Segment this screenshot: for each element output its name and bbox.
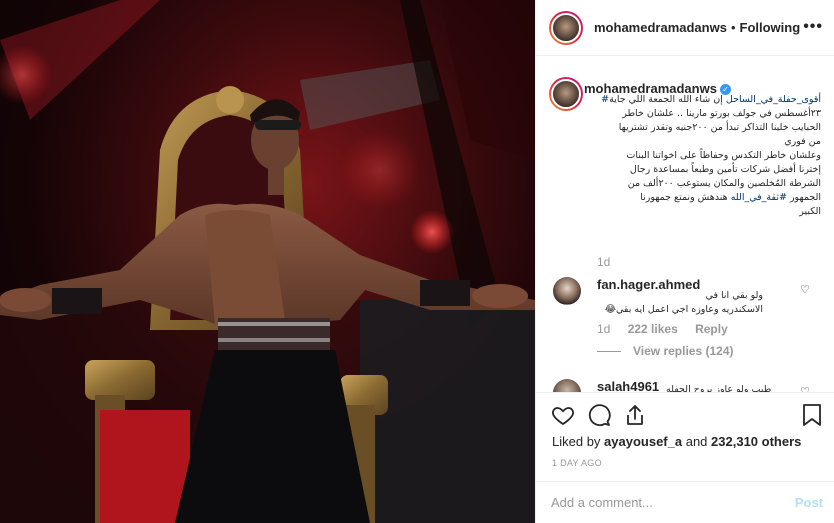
- liked-by-prefix: Liked by: [552, 434, 605, 449]
- performer-on-throne-image: [0, 0, 535, 523]
- caption-line: الجمهور #ثقة_في_الله هندهش ونمتع جمهورنا: [595, 191, 821, 205]
- liked-by-user-link[interactable]: ayayousef_a: [604, 434, 682, 449]
- caption-line: أقوى_حفلة_في_الساحل إن شاء الله الجمعة ا…: [595, 93, 821, 107]
- comment-text: ولو بقي انا في الاسكندريه وعاوزه اجي اعم…: [595, 289, 763, 317]
- more-options-icon[interactable]: •••: [803, 18, 823, 36]
- view-replies-label[interactable]: View replies (124): [633, 344, 734, 358]
- comment-timestamp[interactable]: 1d: [597, 322, 610, 336]
- caption-line: ٢٣أغسطس في جولف بورتو مارينا .. علشان خا…: [622, 108, 821, 119]
- heart-icon[interactable]: [551, 403, 575, 427]
- caption-text-segment: الجمهور: [786, 192, 821, 203]
- caption-line: الحبايب خلينا التذاكر تبدأ من ٢٠٠جنيه وت…: [618, 122, 821, 133]
- comment-like-heart-icon[interactable]: ♡: [800, 283, 810, 296]
- caption-line: الشرطة المُخلصين والمكان يستوعب ٢٠٠ألف م…: [627, 178, 821, 189]
- share-icon[interactable]: [623, 403, 647, 427]
- comment-icon[interactable]: [587, 403, 611, 427]
- comment-like-heart-icon[interactable]: ♡: [800, 385, 810, 392]
- commenter-avatar[interactable]: [553, 277, 581, 305]
- liked-by-and: and: [682, 434, 712, 449]
- hashtag-text[interactable]: أقوى_حفلة_في_الساحل: [726, 94, 821, 105]
- action-icons: [551, 403, 647, 427]
- comment-text: طيب ولو عاوز يروح الحفله: [666, 384, 772, 392]
- hashtag-link[interactable]: أقوى_حفلة_في_الساحل: [726, 94, 821, 105]
- caption-text: أقوى_حفلة_في_الساحل إن شاء الله الجمعة ا…: [595, 93, 821, 219]
- replies-divider: [597, 350, 621, 352]
- author-avatar[interactable]: [549, 10, 583, 45]
- liked-by-summary: Liked by ayayousef_a and 232,310 others: [552, 434, 801, 449]
- comment-likes-count[interactable]: 222 likes: [628, 322, 678, 336]
- view-replies-button[interactable]: View replies (124): [597, 344, 734, 358]
- caption-text-segment: هندهش ونمتع جمهورنا: [640, 192, 731, 203]
- liked-by-others-link[interactable]: 232,310 others: [711, 434, 801, 449]
- commenter-username[interactable]: salah4961: [597, 379, 659, 392]
- following-button[interactable]: Following: [740, 20, 801, 35]
- post-comment-button[interactable]: Post: [795, 495, 823, 510]
- author-username-link[interactable]: mohamedramadanws: [594, 20, 727, 35]
- comments-list[interactable]: mohamedramadanws ✓ أقوى_حفلة_في_الساحل إن…: [536, 57, 834, 392]
- reply-button[interactable]: Reply: [695, 322, 728, 336]
- post-side-panel: mohamedramadanws • Following ••• mohamed…: [535, 0, 834, 523]
- add-comment-bar: Post: [536, 481, 834, 523]
- caption-line: من فوري: [784, 136, 821, 147]
- comment-meta: 1d 222 likes Reply: [597, 322, 742, 336]
- add-comment-input[interactable]: [551, 495, 781, 510]
- comment-line: ولو بقي انا في: [705, 290, 763, 301]
- bookmark-icon[interactable]: [801, 403, 823, 427]
- post-date[interactable]: 1 DAY AGO: [552, 458, 602, 468]
- caption-avatar[interactable]: [549, 77, 583, 111]
- caption-line: الكبير: [799, 206, 821, 217]
- post-header: mohamedramadanws • Following •••: [536, 0, 834, 56]
- post-actions: Liked by ayayousef_a and 232,310 others …: [536, 392, 834, 523]
- post-photo[interactable]: [0, 0, 535, 523]
- caption-text-segment: إن شاء الله الجمعة اللي جاية: [609, 94, 726, 105]
- caption-line: وعلشان خاطر التكدس وحفاظاً على اخواتنا ا…: [626, 150, 821, 161]
- caption-timestamp[interactable]: 1d: [597, 255, 610, 269]
- hashtag-prefix: #: [601, 94, 610, 105]
- commenter-avatar[interactable]: [553, 379, 581, 392]
- comment-line: الاسكندريه وعاوزه اجي اعمل ايه بقي😂: [604, 304, 763, 315]
- hashtag-link[interactable]: #ثقة_في_الله: [731, 192, 787, 203]
- caption-line: إخترنا أفضل شركات تأمين وطبعاً بمساعدة ر…: [629, 164, 821, 175]
- header-separator: •: [730, 20, 736, 35]
